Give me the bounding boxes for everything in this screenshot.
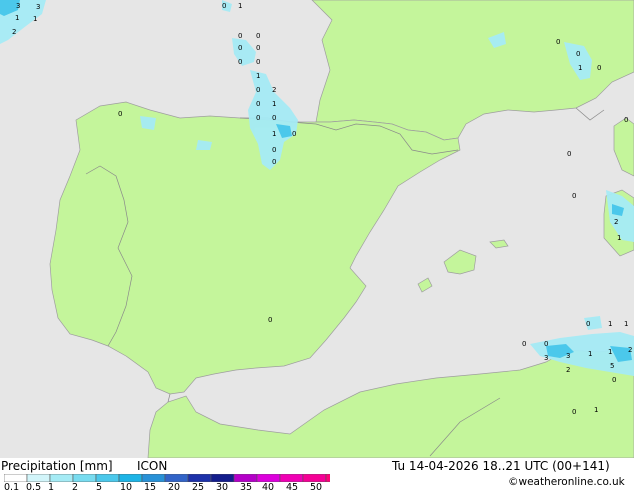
precip-value: 3 <box>36 3 40 11</box>
precip-value: 1 <box>272 100 276 108</box>
legend-swatch <box>26 474 51 482</box>
precip-value: 3 <box>566 352 570 360</box>
credit: ©weatheronline.co.uk <box>508 476 625 488</box>
legend-colorbar <box>4 474 330 482</box>
precip-value: 1 <box>238 2 242 10</box>
precip-value: 0 <box>256 44 260 52</box>
precip-value: 0 <box>238 58 242 66</box>
precip-value: 0 <box>268 316 272 324</box>
legend-tick-label: 45 <box>286 482 299 493</box>
precip-value: 2 <box>614 218 618 226</box>
precip-value: 0 <box>586 320 590 328</box>
legend-swatch <box>233 474 258 482</box>
precip-value: 0 <box>597 64 601 72</box>
legend-tick-label: 0.5 <box>26 482 42 493</box>
precip-value: 0 <box>238 32 242 40</box>
legend-tick-label: 50 <box>310 482 323 493</box>
valid-time: Tu 14-04-2026 18..21 UTC (00+141) <box>392 459 610 473</box>
precip-value: 0 <box>567 150 571 158</box>
map-title: Precipitation [mm] <box>1 459 113 473</box>
legend-swatch <box>49 474 74 482</box>
legend-swatch <box>4 474 28 482</box>
precip-value: 0 <box>522 340 526 348</box>
precip-value: 0 <box>572 408 576 416</box>
legend-swatch <box>256 474 281 482</box>
model-name: ICON <box>137 459 168 473</box>
precip-value: 0 <box>576 50 580 58</box>
legend-tick-label: 30 <box>216 482 229 493</box>
legend-tick-label: 20 <box>168 482 181 493</box>
precip-value: 1 <box>594 406 598 414</box>
precip-value: 2 <box>272 86 276 94</box>
precip-value: 3 <box>16 2 20 10</box>
precip-value: 2 <box>628 346 632 354</box>
precip-value: 0 <box>624 116 628 124</box>
precip-value: 0 <box>238 44 242 52</box>
precip-value: 1 <box>33 15 37 23</box>
precip-value: 0 <box>256 86 260 94</box>
legend-tick-label: 25 <box>192 482 205 493</box>
legend-tick-label: 2 <box>72 482 79 493</box>
precip-value: 1 <box>272 130 276 138</box>
precip-value: 1 <box>578 64 582 72</box>
legend-swatch <box>325 474 330 482</box>
precip-value: 0 <box>612 376 616 384</box>
precip-value: 0 <box>292 130 296 138</box>
legend-swatch <box>118 474 143 482</box>
precipitation-map: 3 3 1 1 2 0 1 0 0 0 0 0 0 1 0 2 0 1 0 0 … <box>0 0 634 458</box>
precip-value: 0 <box>544 340 548 348</box>
precip-value: 0 <box>222 2 226 10</box>
precip-value: 0 <box>272 146 276 154</box>
precip-value: 2 <box>566 366 570 374</box>
precip-value: 3 <box>544 354 548 362</box>
precip-value: 1 <box>588 350 592 358</box>
precip-value: 2 <box>12 28 16 36</box>
precip-value: 5 <box>610 362 614 370</box>
legend-swatch <box>95 474 120 482</box>
precip-value: 0 <box>118 110 122 118</box>
legend-tick-label: 15 <box>144 482 157 493</box>
legend-tick-label: 40 <box>262 482 275 493</box>
precip-value: 0 <box>256 32 260 40</box>
precip-value: 1 <box>608 320 612 328</box>
precip-value: 0 <box>256 114 260 122</box>
legend-swatch <box>187 474 212 482</box>
legend-swatch <box>164 474 189 482</box>
precip-value: 0 <box>572 192 576 200</box>
precip-value: 0 <box>256 58 260 66</box>
legend-tick-label: 1 <box>48 482 55 493</box>
legend-swatch <box>279 474 304 482</box>
precip-value: 1 <box>15 14 19 22</box>
legend-swatch <box>302 474 327 482</box>
precip-value: 0 <box>256 100 260 108</box>
legend-tick-label: 10 <box>120 482 133 493</box>
precip-value: 1 <box>256 72 260 80</box>
legend-tick-label: 5 <box>96 482 103 493</box>
legend-swatch <box>72 474 97 482</box>
precip-value: 0 <box>272 158 276 166</box>
legend-swatch <box>210 474 235 482</box>
precip-value: 0 <box>272 114 276 122</box>
legend-tick-label: 0.1 <box>4 482 20 493</box>
legend-swatch <box>141 474 166 482</box>
precip-value: 1 <box>624 320 628 328</box>
precip-value: 1 <box>608 348 612 356</box>
precip-value: 1 <box>617 234 621 242</box>
precip-value: 0 <box>556 38 560 46</box>
legend-tick-label: 35 <box>240 482 253 493</box>
